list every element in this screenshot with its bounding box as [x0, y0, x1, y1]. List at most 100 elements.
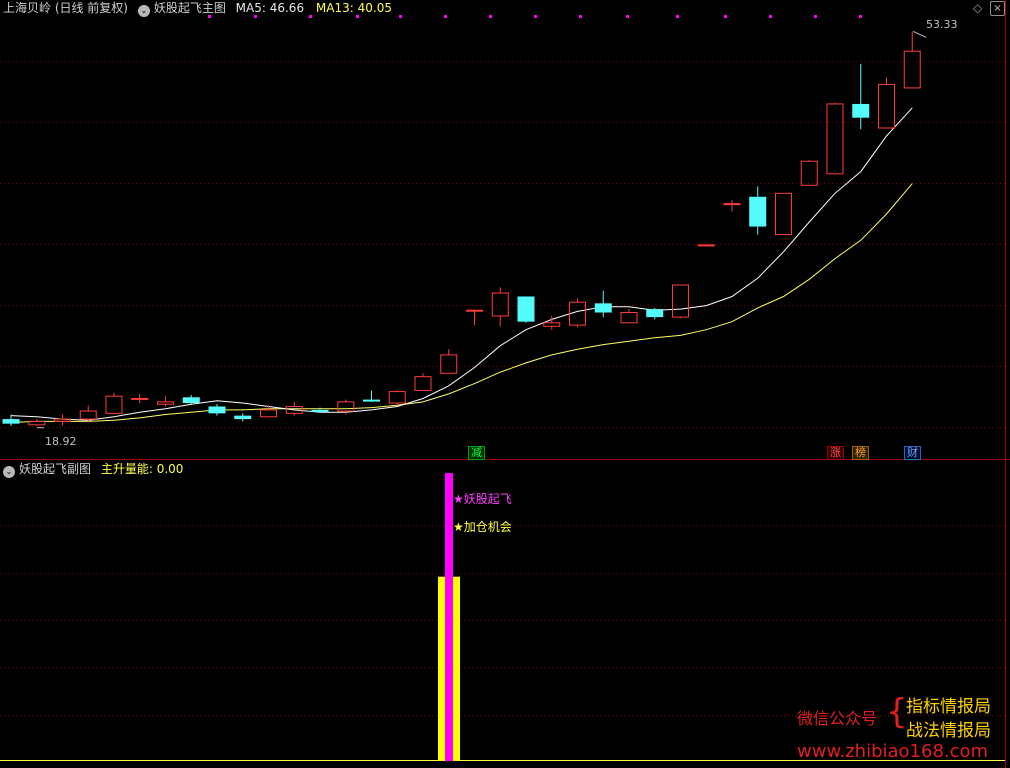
candle — [491, 287, 509, 327]
watermark-line2: 战法情报局 — [906, 721, 991, 741]
sub-field-value: 主升量能: 0.00 — [100, 462, 184, 476]
candle-body — [903, 50, 921, 89]
watermark-line1: 指标情报局 — [906, 697, 991, 717]
candle-body — [775, 192, 792, 236]
candle — [852, 63, 870, 130]
candle — [723, 200, 741, 212]
candle — [28, 419, 46, 426]
signal-jiacang-label: ★加仓机会 — [453, 520, 512, 534]
candle — [903, 31, 921, 89]
candle-body — [440, 354, 458, 374]
candle-body — [749, 196, 767, 227]
candle-body — [337, 401, 355, 412]
candle — [517, 296, 535, 323]
signal-yaogu-label: ★妖股起飞 — [453, 492, 512, 506]
candle-body — [594, 303, 612, 313]
signal-dot — [444, 15, 447, 18]
signal-bar-magenta — [445, 473, 453, 761]
collapse-icon[interactable]: ⌄ — [137, 5, 150, 17]
candle — [414, 373, 432, 391]
main-panel-header: 上海贝岭 (日线 前复权) ⌄ 妖股起飞主图 MA5: 46.66 MA13: 4… — [3, 0, 392, 17]
candle-body — [131, 397, 149, 400]
candle-body — [2, 419, 20, 424]
sub-indicator-name[interactable]: 妖股起飞副图 — [19, 462, 91, 476]
signal-dot — [626, 15, 629, 18]
candle-body — [311, 409, 329, 412]
candle — [878, 77, 895, 129]
candle-body — [826, 103, 844, 175]
candle — [775, 192, 792, 236]
candle — [363, 390, 380, 402]
candle-body — [260, 409, 277, 418]
candle — [234, 413, 252, 422]
signal-dot — [769, 15, 772, 18]
candle-body — [105, 395, 123, 414]
ma5-line — [10, 107, 913, 421]
candle-body — [697, 244, 715, 247]
candle — [646, 307, 664, 320]
chart-canvas — [0, 0, 1010, 768]
signal-dot — [814, 15, 817, 18]
candle — [594, 290, 612, 318]
candle-body — [208, 406, 226, 414]
tag-finance[interactable]: 财 — [904, 446, 921, 460]
high-arrow — [913, 30, 927, 38]
candle-body — [878, 83, 895, 129]
close-icon[interactable]: × — [990, 1, 1005, 16]
collapse-icon[interactable]: ⌄ — [3, 466, 15, 478]
candle — [440, 349, 458, 374]
candle-body — [723, 203, 741, 206]
candle-body — [491, 292, 509, 317]
candle-body — [646, 309, 664, 318]
low-price-label: 18.92 — [45, 435, 77, 448]
signal-dot — [579, 15, 582, 18]
candle — [466, 309, 483, 326]
candle-body — [517, 296, 535, 322]
candle — [620, 309, 638, 324]
candle-body — [363, 399, 380, 402]
candle-body — [388, 391, 406, 404]
signal-dot — [859, 15, 862, 18]
candle — [697, 244, 715, 247]
candle — [131, 393, 149, 404]
stock-chart-window: 上海贝岭 (日线 前复权) ⌄ 妖股起飞主图 MA5: 46.66 MA13: 4… — [0, 0, 1010, 768]
candle — [182, 395, 200, 405]
ma5-value: MA5: 46.66 — [235, 1, 305, 15]
candle-body — [79, 410, 97, 420]
candle-body — [800, 160, 818, 186]
diamond-icon[interactable]: ◇ — [973, 0, 982, 16]
ma13-value: MA13: 40.05 — [315, 1, 392, 15]
candle — [208, 404, 226, 416]
tag-reduce[interactable]: 减 — [468, 446, 485, 460]
candle-body — [620, 312, 638, 324]
candle-body — [234, 415, 252, 420]
watermark-url: www.zhibiao168.com — [797, 741, 989, 762]
candle — [388, 390, 406, 406]
tag-rank[interactable]: 榜 — [852, 446, 869, 460]
main-indicator-name[interactable]: 妖股起飞主图 — [154, 1, 226, 15]
signal-dot — [534, 15, 537, 18]
candle-body — [672, 284, 689, 318]
candle-body — [414, 376, 432, 391]
candle — [157, 396, 174, 407]
candle-body — [466, 309, 483, 312]
candle-body — [543, 322, 561, 327]
ma13-line — [10, 183, 913, 423]
candle — [672, 284, 689, 319]
signal-dot — [399, 15, 402, 18]
signal-dot — [724, 15, 727, 18]
candle — [105, 392, 123, 415]
watermark-brace: { — [886, 692, 908, 732]
tag-rise[interactable]: 涨 — [827, 446, 844, 460]
candle-body — [182, 397, 200, 404]
candle — [826, 102, 844, 175]
high-price-label: 53.33 — [926, 18, 958, 31]
signal-dot — [489, 15, 492, 18]
sub-panel-header: ⌄ 妖股起飞副图 主升量能: 0.00 — [3, 461, 184, 478]
candle-body — [157, 401, 174, 405]
candle — [54, 414, 71, 426]
signal-dot — [676, 15, 679, 18]
stock-title[interactable]: 上海贝岭 (日线 前复权) — [3, 1, 128, 15]
candle-body — [54, 418, 71, 422]
watermark-wechat: 微信公众号 — [797, 709, 878, 728]
